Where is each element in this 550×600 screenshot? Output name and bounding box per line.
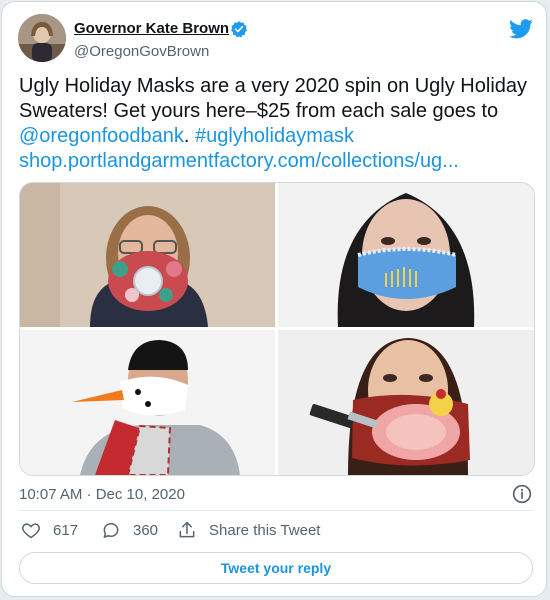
avatar[interactable] [18,14,66,62]
tweet-card: Governor Kate Brown @OregonGovBrown Ugly… [1,1,547,597]
reply-bubble-icon [103,523,119,538]
photo-4[interactable] [278,330,534,475]
shop-url-link[interactable]: shop.portlandgarmentfactory.com/collecti… [19,149,539,174]
mention-link[interactable]: @oregonfoodbank [19,125,184,147]
divider [19,510,533,511]
tweet-text-line-1: Ugly Holiday Masks are a very 2020 spin … [19,75,528,97]
twitter-bird-icon[interactable] [508,16,534,42]
photo-3-image [20,330,275,475]
info-icon[interactable] [512,484,532,504]
author-handle[interactable]: @OregonGovBrown [74,43,209,60]
like-button[interactable]: 617 [21,520,78,540]
photo-3[interactable] [20,330,275,475]
tweet-text-line-2: Sweaters! Get yours here–$25 from each s… [19,100,499,122]
action-bar: 617 360 Share this Tweet [19,520,533,546]
tweet-text: Ugly Holiday Masks are a very 2020 spin … [19,74,539,174]
reply-action-button[interactable]: 360 [101,520,158,540]
photo-1[interactable] [20,183,275,327]
hashtag-link[interactable]: #uglyholidaymask [195,125,354,147]
tweet-timestamp[interactable]: 10:07 AM · Dec 10, 2020 [19,486,185,503]
photo-2-image [278,183,534,327]
tweet-your-reply-button[interactable]: Tweet your reply [19,552,533,584]
photo-4-image [278,330,534,475]
tweet-separator: . [183,125,195,147]
author-display-name[interactable]: Governor Kate Brown [74,20,229,37]
share-icon [179,521,195,538]
verified-badge-icon [231,21,247,38]
media-grid [19,182,535,476]
reply-count: 360 [133,521,159,539]
share-label: Share this Tweet [209,521,321,539]
tweet-text-line-3: @oregonfoodbank. #uglyholidaymask [19,124,539,149]
heart-icon [22,523,40,539]
photo-2[interactable] [278,183,534,327]
like-count: 617 [53,521,79,539]
avatar-image [18,14,66,62]
photo-1-image [20,183,275,327]
share-button[interactable]: Share this Tweet [177,520,320,540]
